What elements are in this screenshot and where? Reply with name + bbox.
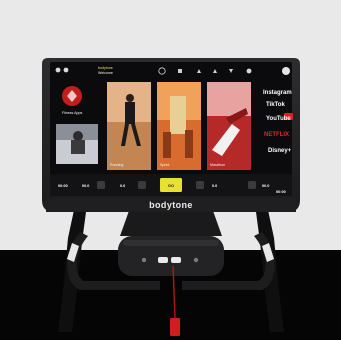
app-netflix[interactable]: NETFLIX: [264, 132, 289, 138]
stat-right-1: 00.0: [262, 184, 269, 188]
safety-key[interactable]: [170, 318, 180, 336]
fitness-app-label: Fitness Apps: [62, 111, 83, 115]
pod-button-right[interactable]: [171, 257, 181, 263]
scene: bodytone bodytone Welcome Fitness Apps R…: [0, 0, 341, 340]
profile-icon[interactable]: [282, 67, 290, 75]
tile-marathon-label: Marathon: [210, 163, 225, 167]
workout-tiles: Running Sprint Marathon: [107, 82, 251, 170]
stat-left-2: 0.0: [120, 184, 125, 188]
user-icon[interactable]: [63, 67, 69, 73]
tile-person-body: [71, 140, 85, 154]
app-disney[interactable]: Disney+: [268, 148, 292, 154]
sprinter-leg-left: [163, 132, 171, 158]
runner-head: [126, 94, 134, 102]
square-icon[interactable]: [178, 69, 182, 73]
increase-incline-button[interactable]: [248, 181, 256, 189]
stat-right-0: 0.0: [212, 184, 217, 188]
console-neck: [120, 208, 222, 236]
stat-left-0: 00:00: [58, 184, 68, 188]
app-tiktok[interactable]: TikTok: [266, 102, 285, 108]
tile-running-label: Running: [110, 163, 123, 167]
product-photo: bodytone bodytone Welcome Fitness Apps R…: [0, 0, 341, 340]
decrease-incline-button[interactable]: [196, 181, 204, 189]
menu-icon[interactable]: [55, 67, 61, 73]
decrease-speed-button[interactable]: [97, 181, 105, 189]
pod-dot-right[interactable]: [193, 257, 199, 263]
sprinter-body: [170, 96, 186, 134]
increase-speed-button[interactable]: [138, 181, 146, 189]
top-bar-title: bodytone: [98, 66, 113, 70]
stat-right-2: 00:00: [276, 190, 286, 194]
tile-person-head: [73, 131, 83, 141]
runner-body: [125, 102, 135, 124]
settings-icon[interactable]: [246, 68, 252, 74]
console-brand-label: bodytone: [149, 200, 193, 210]
tile-sprint-label: Sprint: [160, 163, 169, 167]
top-bar-subtitle: Welcome: [98, 71, 113, 75]
bottom-stats-bar: 00:00 00.0 0.0 GO 0.0 00.0 00:00: [50, 174, 292, 196]
pod-top-strip: [123, 240, 219, 246]
app-youtube[interactable]: YouTube: [266, 116, 291, 122]
app-instagram[interactable]: Instagram: [263, 90, 292, 96]
pod-button-left[interactable]: [158, 257, 168, 263]
pod-dot-left[interactable]: [141, 257, 147, 263]
go-button-label: GO: [168, 183, 174, 188]
stat-left-1: 00.0: [82, 184, 89, 188]
sprinter-leg-right: [185, 130, 193, 158]
